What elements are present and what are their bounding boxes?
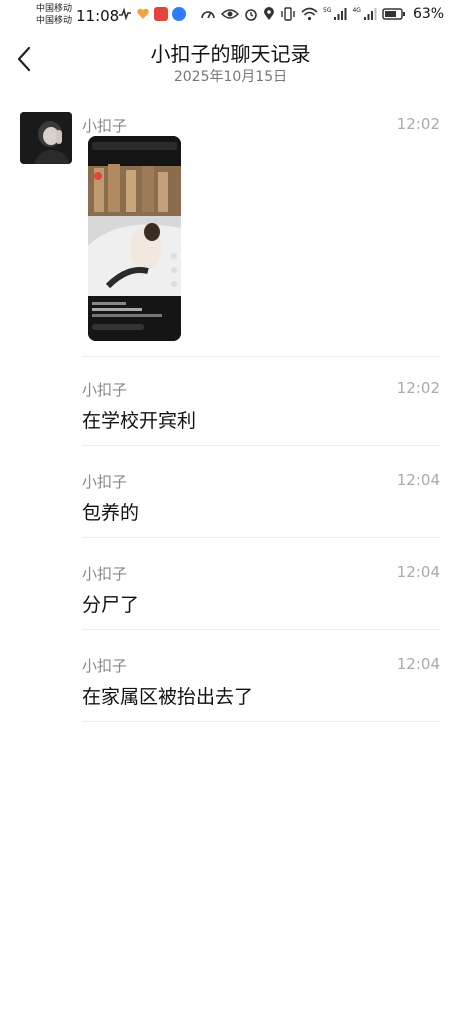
message-item: 小扣子 12:04 包养的 [82,471,440,525]
signal-2-label: 4G [352,6,361,14]
battery-icon [382,8,405,20]
page-title: 小扣子的聊天记录 [150,42,311,66]
system-icons: 5G 4G 63% [200,6,444,22]
message-sender: 小扣子 [82,473,128,491]
app-blue-icon [172,7,186,21]
divider [82,445,440,446]
message-sender: 小扣子 [82,381,128,399]
video-thumbnail[interactable] [88,136,181,341]
divider [82,537,440,538]
message-item: 小扣子 12:04 分尸了 [82,563,440,617]
divider [82,356,440,357]
avatar-image [20,112,72,164]
avatar[interactable] [20,112,72,164]
app-heart-icon [137,8,149,19]
heartbeat-icon [119,7,131,21]
message-sender: 小扣子 [82,565,128,583]
divider [82,721,440,722]
page-date: 2025年10月15日 [173,69,288,85]
eye-icon [221,9,239,19]
message-text: 包养的 [82,502,140,524]
message-item: 小扣子 12:02 [82,115,440,136]
message-text: 在学校开宾利 [82,410,197,432]
message-text: 分尸了 [82,594,140,616]
carrier-2: 中国移动 [36,16,73,26]
message-time: 12:04 [396,563,440,581]
app-red-icon [154,7,168,21]
carrier-1: 中国移动 [36,4,73,14]
vibrate-icon [281,7,295,21]
signal-1-icon [334,8,347,20]
screenshot-image [88,136,181,341]
message-time: 12:02 [396,115,440,133]
message-time: 12:04 [396,655,440,673]
message-time: 12:02 [396,379,440,397]
message-sender: 小扣子 [82,657,128,675]
battery-percent: 63% [412,6,445,22]
speed-icon [201,11,215,19]
divider [82,629,440,630]
location-icon [264,7,274,20]
status-clock: 11:08 [76,7,120,25]
signal-2-icon [363,8,377,20]
alarm-icon [245,9,257,21]
message-sender: 小扣子 [82,117,128,135]
message-item: 小扣子 12:04 在家属区被抬出去了 [82,655,440,709]
carrier-labels: 中国移动 中国移动 [36,3,72,27]
notification-icons [118,7,186,21]
wifi-icon [301,7,318,21]
message-time: 12:04 [396,471,440,489]
signal-1-label: 5G [323,6,332,14]
status-bar: 中国移动 中国移动 11:08 5G 4G 63% [0,0,461,32]
message-text: 在家属区被抬出去了 [82,686,254,708]
message-item: 小扣子 12:02 在学校开宾利 [82,379,440,433]
